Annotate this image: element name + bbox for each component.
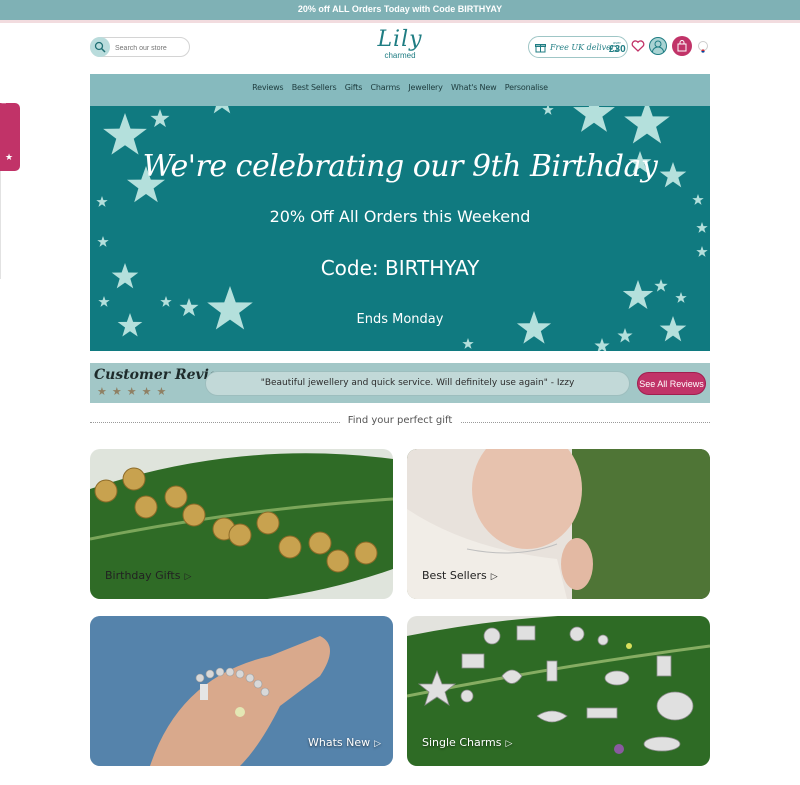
category-tile-birthday-gifts[interactable]: Birthday Gifts ▷ [90,449,393,599]
shopping-bag-icon[interactable] [672,36,692,56]
account-icon[interactable] [649,37,667,55]
nav-item-whats-new[interactable]: What's New [451,83,497,92]
reviews-stars-rating: ★★★★★ [97,386,172,398]
nav-item-personalise[interactable]: Personalise [505,83,548,92]
site-logo[interactable]: Lily charmed [370,27,430,69]
see-all-reviews-button[interactable]: See All Reviews [637,372,706,395]
hero-title: We're celebrating our 9th Birthday [142,149,658,184]
tile-label: Birthday Gifts ▷ [105,569,192,582]
nav-item-best-sellers[interactable]: Best Sellers [292,83,337,92]
delivery-threshold: £30 [609,44,626,55]
announcement-divider [0,20,800,23]
country-flag-icon[interactable] [698,41,708,53]
hero-subtitle: 20% Off All Orders this Weekend [269,207,531,226]
main-nav: Reviews Best Sellers Gifts Charms Jewell… [90,83,710,92]
hero-code: Code: BIRTHYAY [320,256,480,280]
gift-box-icon [535,43,546,52]
side-divider [0,171,1,279]
tile-label: Single Charms ▷ [422,736,513,749]
category-tile-best-sellers[interactable]: Best Sellers ▷ [407,449,710,599]
star-icon: ★ [5,152,14,162]
search-box[interactable] [90,37,190,57]
find-gift-heading: Find your perfect gift [340,415,460,426]
search-input[interactable] [115,42,187,54]
nav-item-jewellery[interactable]: Jewellery [408,83,443,92]
hero-banner[interactable]: Reviews Best Sellers Gifts Charms Jewell… [90,74,710,351]
logo-main-text: Lily [377,27,423,52]
nav-item-charms[interactable]: Charms [371,83,401,92]
review-quote: "Beautiful jewellery and quick service. … [205,371,630,396]
arrow-right-icon: ▷ [184,572,192,582]
search-icon[interactable] [90,37,110,57]
arrow-right-icon: ▷ [505,739,513,749]
wishlist-heart-icon[interactable] [631,39,645,53]
reviews-side-tab-label: REVIEWS [2,72,8,104]
category-tile-single-charms[interactable]: Single Charms ▷ [407,616,710,766]
tile-label: Whats New ▷ [308,736,382,749]
customer-reviews-bar: Customer Reviews ★★★★★ "Beautiful jewell… [90,363,710,403]
tile-label: Best Sellers ▷ [422,569,498,582]
arrow-right-icon: ▷ [490,572,498,582]
nav-item-reviews[interactable]: Reviews [252,83,284,92]
announcement-bar: 20% off ALL Orders Today with Code BIRTH… [0,0,800,20]
nav-item-gifts[interactable]: Gifts [345,83,363,92]
hero-ends: Ends Monday [356,312,444,327]
category-tile-whats-new[interactable]: Whats New ▷ [90,616,393,766]
free-delivery-badge[interactable]: Free UK delivery over £30 [528,36,628,58]
arrow-right-icon: ▷ [374,739,382,749]
